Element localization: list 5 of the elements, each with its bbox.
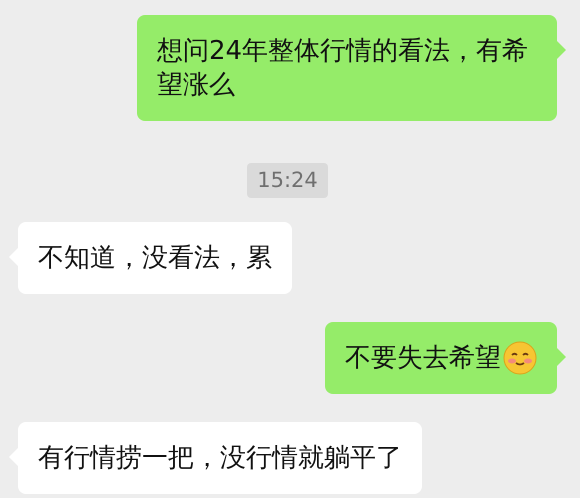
message-text: 不要失去希望	[345, 342, 501, 375]
message-text: 想问24年整体行情的看法，有希望涨么	[157, 35, 530, 102]
message-text: 不知道，没看法，累	[38, 242, 272, 275]
timestamp: 15:24	[247, 163, 328, 198]
message-text: 有行情捞一把，没行情就躺平了	[38, 442, 402, 475]
